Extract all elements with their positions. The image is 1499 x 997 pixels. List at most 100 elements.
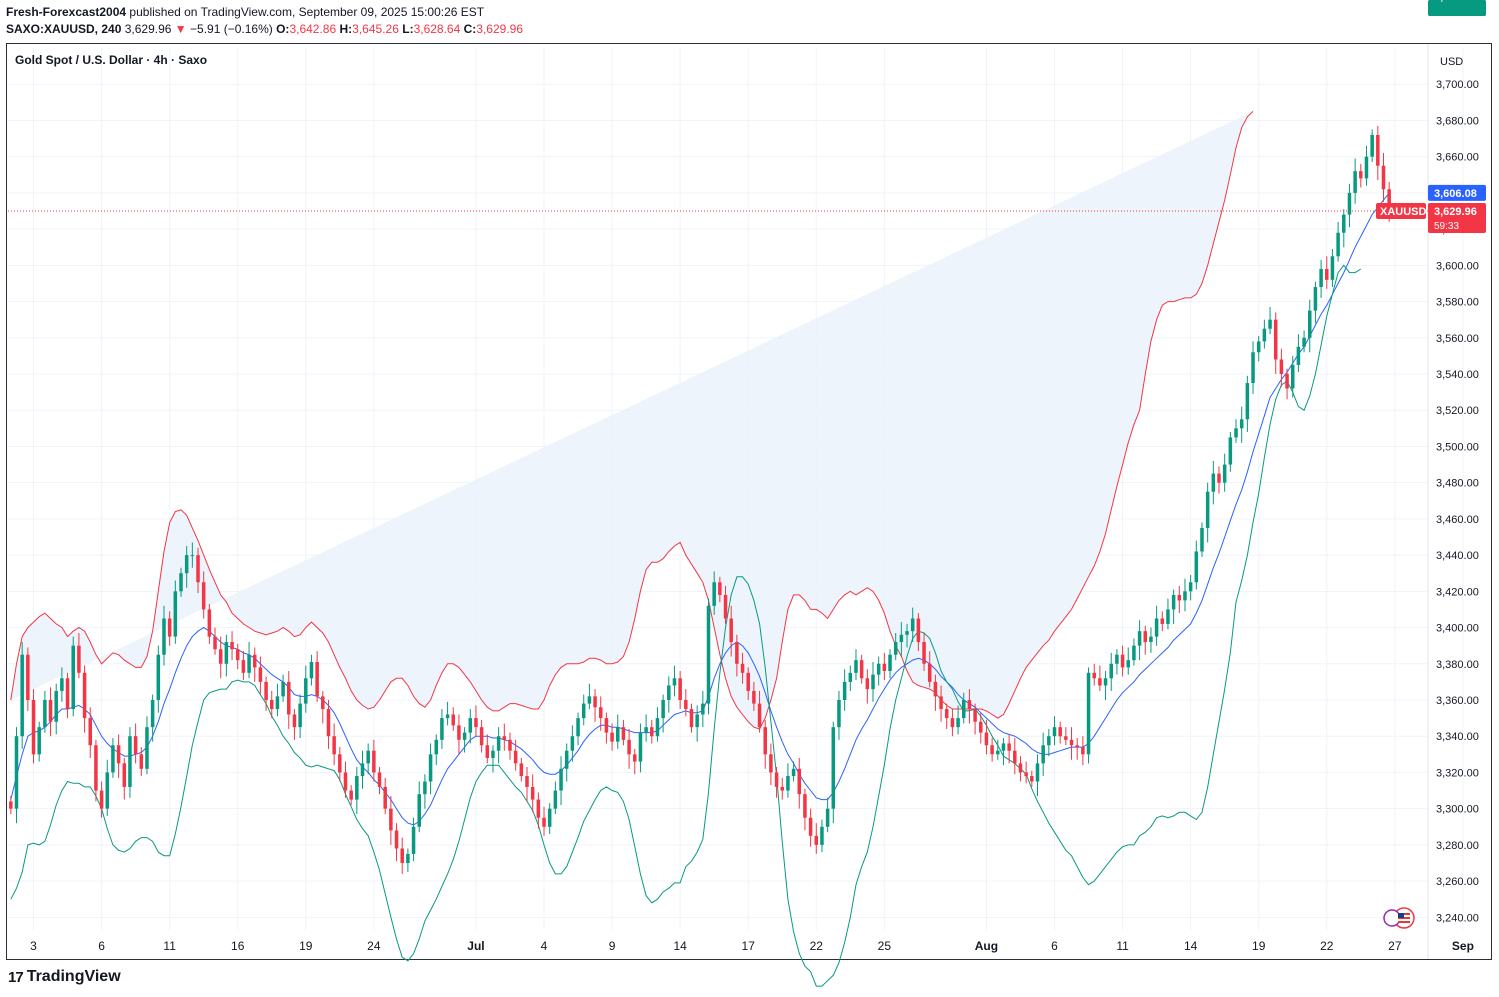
candle-body <box>31 699 36 755</box>
candle-body <box>1052 727 1057 737</box>
candle-body <box>20 654 24 737</box>
candle-body <box>269 699 274 710</box>
candle-body <box>54 690 58 722</box>
candle-body <box>207 609 212 637</box>
x-tick-label: 22 <box>1320 939 1334 953</box>
candle-body <box>292 714 297 728</box>
candle-body <box>162 618 166 655</box>
candle-body <box>377 772 382 787</box>
candle-body <box>173 591 178 637</box>
candle-body <box>763 727 767 755</box>
candle-body <box>706 605 711 704</box>
candle-body <box>667 685 671 700</box>
candle-body <box>1115 654 1119 664</box>
x-tick-label: 14 <box>1184 939 1198 953</box>
candle-body <box>1041 745 1045 764</box>
y-tick-label: 3,320.00 <box>1436 767 1479 779</box>
candle-body <box>876 663 881 675</box>
candle-body <box>757 703 762 728</box>
candle-body <box>893 642 898 655</box>
candle-body <box>1154 618 1159 637</box>
candle-body <box>848 672 853 682</box>
candle-body <box>1035 763 1040 782</box>
candle-body <box>315 661 319 697</box>
candle-body <box>746 672 750 691</box>
candle-body <box>99 790 104 809</box>
candle-body <box>111 745 115 773</box>
candle-body <box>247 654 251 673</box>
candle-body <box>1370 134 1374 157</box>
candle-body <box>128 736 132 787</box>
candle-body <box>1211 473 1216 492</box>
candle-body <box>1047 736 1051 746</box>
candle-body <box>729 618 733 643</box>
x-tick-label: 19 <box>299 939 313 953</box>
candle-body <box>275 696 280 710</box>
candle-body <box>1381 165 1386 190</box>
x-tick-label: 3 <box>30 939 37 953</box>
bollinger-bands <box>10 111 1390 987</box>
candle-body <box>610 732 614 742</box>
candle-body <box>389 808 393 831</box>
x-tick-label: 6 <box>1051 939 1058 953</box>
candle-body <box>888 654 892 672</box>
chart-canvas[interactable]: 3,700.003,680.003,660.003,640.003,620.00… <box>0 0 1499 997</box>
y-tick-label: 3,240.00 <box>1436 912 1479 924</box>
candle-body <box>564 750 569 769</box>
candle-body <box>1069 739 1074 746</box>
x-tick-label: 27 <box>1388 939 1402 953</box>
candle-body <box>780 786 785 791</box>
candle-body <box>1228 437 1233 465</box>
candle-body <box>496 736 501 751</box>
currency-label: USD <box>1440 56 1463 68</box>
candle-body <box>343 772 348 791</box>
candle-body <box>967 699 972 710</box>
candle-body <box>984 732 989 746</box>
candle-body <box>1149 636 1153 643</box>
candle-body <box>179 573 183 592</box>
candle-body <box>536 799 541 818</box>
y-tick-label: 3,420.00 <box>1436 586 1479 598</box>
candle-body <box>615 727 620 742</box>
candle-body <box>1194 551 1199 583</box>
candle-body <box>797 768 802 795</box>
candle-body <box>1330 256 1335 280</box>
candle-body <box>961 699 966 719</box>
y-tick-label: 3,380.00 <box>1436 659 1479 671</box>
y-tick-label: 3,540.00 <box>1436 369 1479 381</box>
flag-icon[interactable] <box>1383 907 1415 929</box>
candle-body <box>235 649 240 661</box>
candle-body <box>576 718 580 737</box>
candle-body <box>372 750 376 773</box>
candle-body <box>360 763 365 777</box>
candle-body <box>831 727 836 809</box>
candle-body <box>950 718 955 728</box>
candle-body <box>837 699 841 728</box>
candle-body <box>423 781 427 795</box>
y-tick-label: 3,580.00 <box>1436 297 1479 309</box>
candle-body <box>94 745 98 791</box>
candle-body <box>462 732 467 740</box>
candle-body <box>167 618 172 637</box>
x-tick-label: Aug <box>975 939 998 953</box>
tradingview-logo-text: TradingView <box>26 968 121 985</box>
candle-body <box>1251 352 1255 384</box>
candle-body <box>1160 618 1165 624</box>
candle-body <box>60 678 64 691</box>
x-tick-label: 17 <box>742 939 756 953</box>
candle-body <box>1336 232 1340 257</box>
candle-body <box>445 714 450 719</box>
lower-band-tag: 3,527.26 <box>1434 0 1477 3</box>
candle-body <box>1268 319 1272 329</box>
tradingview-logo[interactable]: 17 TradingView <box>8 968 121 986</box>
candle-body <box>905 631 909 635</box>
candle-body <box>604 718 609 733</box>
x-tick-label: 19 <box>1252 939 1266 953</box>
y-tick-label: 3,480.00 <box>1436 478 1479 490</box>
candle-body <box>326 709 331 737</box>
candle-body <box>485 745 490 758</box>
x-tick-label: Sep <box>1452 939 1474 953</box>
candle-body <box>1239 419 1244 429</box>
candle-body <box>502 736 507 740</box>
candle-body <box>922 642 926 664</box>
